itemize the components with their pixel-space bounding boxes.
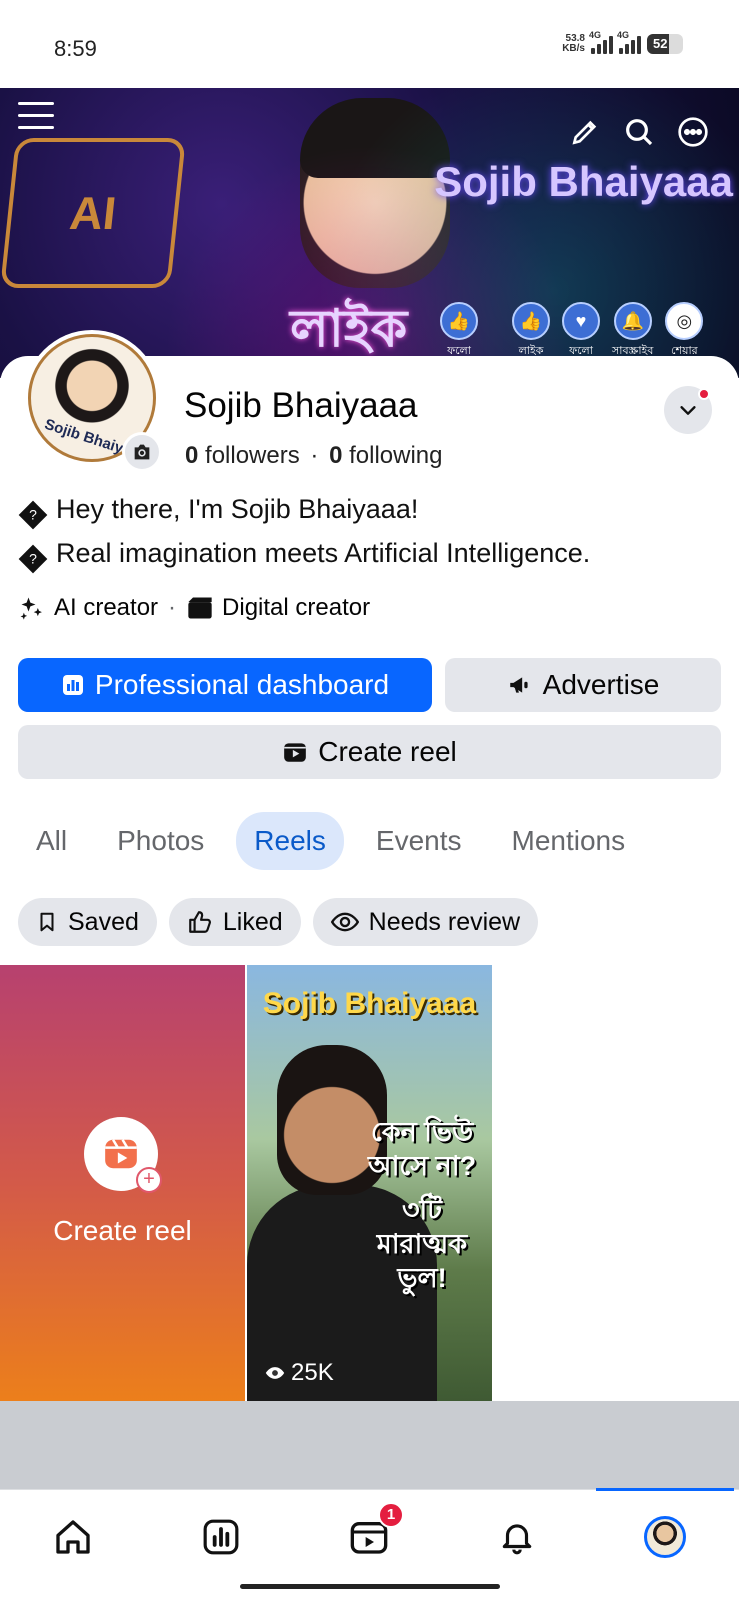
cover-action: 👍 লাইক [512, 302, 550, 361]
heart-icon: ♥ [562, 302, 600, 340]
reels-icon [284, 743, 307, 762]
dashboard-chart-icon [62, 675, 83, 695]
chip-liked[interactable]: Liked [168, 898, 301, 946]
status-time: 8:59 [54, 36, 97, 61]
eye-icon [330, 912, 359, 932]
home-icon [56, 1520, 90, 1554]
chip-saved[interactable]: Saved [18, 898, 157, 946]
empty-area [0, 1401, 739, 1489]
cover-action: 🔔 সাবস্ক্রাইব [612, 302, 653, 361]
insights-icon [203, 1519, 239, 1555]
unknown-glyph-icon: ? [18, 544, 48, 574]
create-reel-label: Create reel [53, 1215, 192, 1246]
status-bar: 8:59 53.8 KB/s 4G 4G 52 [0, 0, 739, 88]
bio-line: ? Real imagination meets Artificial Intel… [18, 538, 590, 574]
bell-icon [502, 1524, 532, 1555]
tab-photos[interactable]: Photos [99, 812, 222, 870]
cover-action: ◎ শেয়ার [665, 302, 704, 361]
category-digital-creator: Digital creator [186, 594, 370, 622]
status-indicators: 53.8 KB/s 4G 4G 52 [562, 30, 683, 54]
create-reel-button[interactable]: Create reel [18, 725, 721, 779]
reels-notification-badge: 1 [378, 1502, 404, 1528]
cover-title: Sojib Bhaiyaaa [434, 158, 733, 205]
signal-icon: 4G [589, 30, 613, 54]
sparkle-icon [20, 597, 42, 620]
reel-filter-chips: Saved Liked Needs review [18, 898, 539, 946]
clapperboard-icon [188, 597, 212, 619]
tab-reels[interactable]: Reels [236, 812, 344, 870]
unknown-glyph-icon: ? [18, 500, 48, 530]
profile-avatar [644, 1516, 686, 1558]
follow-counts[interactable]: 0 followers · 0 following [185, 442, 443, 470]
thumb-up-icon: 👍 [440, 302, 478, 340]
tab-all[interactable]: All [18, 812, 85, 870]
chip-needs-review[interactable]: Needs review [312, 898, 539, 946]
network-speed: 53.8 KB/s [562, 33, 585, 54]
advertise-button[interactable]: Advertise [445, 658, 721, 712]
search-icon[interactable] [623, 116, 655, 148]
signal-icon: 4G [617, 30, 641, 54]
nav-insights[interactable] [196, 1512, 246, 1562]
reel-view-count: 25K [265, 1359, 334, 1387]
profile-dropdown-button[interactable] [664, 386, 712, 434]
nav-home[interactable] [48, 1512, 98, 1562]
edit-pencil-icon[interactable] [569, 116, 601, 148]
more-options-icon[interactable] [677, 116, 709, 148]
cover-action-strip: 👍 ফলো 👍 লাইক ♥ ফলো 🔔 সাবস্ক্রাইব ◎ শেয়া… [440, 302, 704, 361]
bookmark-icon [40, 912, 54, 932]
home-indicator [240, 1584, 500, 1589]
cover-toolbar [569, 116, 709, 148]
category-ai-creator: AI creator [18, 594, 158, 622]
cover-like-text: লাইক [290, 300, 408, 358]
menu-icon[interactable] [18, 102, 54, 132]
avatar-caption: Sojib Bhaiy [42, 415, 126, 458]
create-reel-tile[interactable]: + Create reel [0, 965, 245, 1401]
content-tabs: All Photos Reels Events Mentions [18, 812, 643, 870]
bio-line: ? Hey there, I'm Sojib Bhaiyaaa! [18, 494, 418, 530]
cover-portrait [300, 98, 450, 288]
bell-icon: 🔔 [613, 302, 652, 340]
eye-icon [265, 1367, 285, 1379]
profile-name: Sojib Bhaiyaaa [184, 386, 418, 425]
reel-overlay-text: কেন ভিউ আসে না? ৩টি মারাত্মক ভুল! [367, 1117, 477, 1293]
plus-icon: + [136, 1167, 162, 1193]
nav-reels[interactable]: 1 [344, 1502, 404, 1562]
active-tab-indicator [596, 1488, 734, 1491]
megaphone-icon [509, 677, 528, 693]
tab-mentions[interactable]: Mentions [494, 812, 644, 870]
thumb-up-icon [189, 911, 211, 933]
thumb-up-icon: 👍 [512, 302, 550, 340]
reels-grid: + Create reel Sojib Bhaiyaaa কেন ভিউ আসে… [0, 965, 739, 1401]
tab-events[interactable]: Events [358, 812, 480, 870]
professional-dashboard-button[interactable]: Professional dashboard [18, 658, 432, 712]
battery-icon: 52 [647, 34, 683, 54]
nav-profile[interactable] [640, 1512, 690, 1562]
cover-action: ♥ ফলো [562, 302, 600, 361]
ai-logo: AI [0, 138, 186, 288]
nav-notifications[interactable] [492, 1512, 542, 1562]
chevron-down-icon [680, 406, 696, 415]
reel-title: Sojib Bhaiyaaa [262, 987, 477, 1020]
camera-icon[interactable]: ◎ [665, 302, 704, 340]
profile-categories: AI creator · Digital creator [18, 594, 370, 622]
notification-dot [698, 388, 710, 400]
cover-action: 👍 ফলো [440, 302, 478, 361]
change-photo-camera-icon[interactable] [122, 432, 162, 472]
reel-thumbnail[interactable]: Sojib Bhaiyaaa কেন ভিউ আসে না? ৩টি মারাত… [247, 965, 492, 1401]
